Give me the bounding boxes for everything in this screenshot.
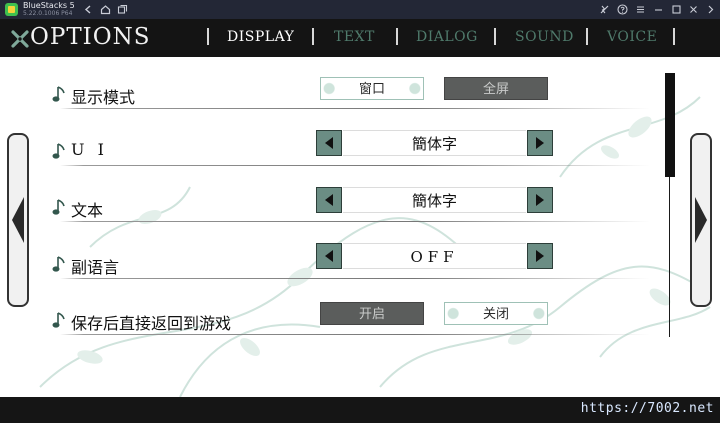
- triangle-right-icon: [536, 194, 544, 206]
- window-mode-button[interactable]: 窗口: [320, 77, 424, 100]
- display-mode-label: 显示模式: [71, 88, 136, 107]
- home-icon[interactable]: [99, 3, 112, 16]
- text-language-label: 文本: [71, 201, 104, 220]
- eco-mode-icon[interactable]: [598, 3, 611, 16]
- expand-icon[interactable]: [704, 3, 717, 16]
- music-note-icon: [52, 256, 65, 272]
- row-divider: [60, 278, 650, 279]
- music-note-icon: [52, 199, 65, 215]
- multi-instance-icon[interactable]: [116, 3, 129, 16]
- app-name: BlueStacks 5: [23, 1, 75, 10]
- tab-voice[interactable]: VOICE: [607, 29, 657, 45]
- ui-language-value: 簡体字: [343, 130, 526, 156]
- close-icon[interactable]: [687, 3, 700, 16]
- sub-language-next-button[interactable]: [527, 243, 553, 269]
- tab-separator: [207, 28, 209, 45]
- tab-display[interactable]: DISPLAY: [227, 29, 294, 45]
- music-note-icon: [52, 86, 65, 102]
- scrollbar-track[interactable]: [669, 177, 670, 337]
- options-title: OPTIONS: [30, 24, 151, 50]
- scrollbar-thumb[interactable]: [665, 73, 675, 177]
- minimize-icon[interactable]: [652, 3, 665, 16]
- tab-separator: [586, 28, 588, 45]
- triangle-left-icon: [325, 194, 333, 206]
- row-divider: [60, 108, 650, 109]
- row-divider: [60, 165, 650, 166]
- triangle-left-icon: [325, 250, 333, 262]
- arrow-right-icon: [695, 197, 707, 243]
- tab-dialog[interactable]: DIALOG: [416, 29, 478, 45]
- music-note-icon: [52, 312, 65, 328]
- previous-page-button[interactable]: [7, 133, 29, 307]
- app-version: 5.22.0.1006 P64: [23, 10, 73, 17]
- settings-panel: 显示模式 窗口 全屏 U I 簡体字 文本 簡体字 副语言 OFF 保存后直接返…: [0, 57, 720, 397]
- text-language-prev-button[interactable]: [316, 187, 342, 213]
- back-icon[interactable]: [82, 3, 95, 16]
- triangle-right-icon: [536, 250, 544, 262]
- sub-language-selector: OFF: [316, 243, 553, 269]
- emulator-titlebar: BlueStacks 5 5.22.0.1006 P64: [0, 0, 720, 19]
- ui-language-selector: 簡体字: [316, 130, 553, 156]
- sub-language-label: 副语言: [71, 258, 120, 277]
- arrow-left-icon: [12, 197, 24, 243]
- fullscreen-button[interactable]: 全屏: [444, 77, 548, 100]
- ui-language-prev-button[interactable]: [316, 130, 342, 156]
- text-language-next-button[interactable]: [527, 187, 553, 213]
- sub-language-prev-button[interactable]: [316, 243, 342, 269]
- row-divider: [60, 221, 650, 222]
- return-after-save-off-button[interactable]: 关闭: [444, 302, 548, 325]
- tab-text[interactable]: TEXT: [334, 29, 375, 45]
- watermark-text: https://7002.net: [580, 401, 714, 416]
- menu-icon[interactable]: [634, 3, 647, 16]
- return-after-save-label: 保存后直接返回到游戏: [71, 314, 232, 333]
- sub-language-value: OFF: [343, 243, 526, 269]
- restore-icon[interactable]: [670, 3, 683, 16]
- return-after-save-on-button[interactable]: 开启: [320, 302, 424, 325]
- triangle-left-icon: [325, 137, 333, 149]
- bluestacks-logo-icon: [5, 3, 18, 16]
- text-language-value: 簡体字: [343, 187, 526, 213]
- options-x-icon: [11, 30, 29, 48]
- tab-separator: [312, 28, 314, 45]
- ui-language-next-button[interactable]: [527, 130, 553, 156]
- text-language-selector: 簡体字: [316, 187, 553, 213]
- row-divider: [60, 334, 650, 335]
- game-footer-bar: https://7002.net: [0, 397, 720, 423]
- tab-separator: [673, 28, 675, 45]
- help-icon[interactable]: [616, 3, 629, 16]
- tab-sound[interactable]: SOUND: [515, 29, 574, 45]
- tab-separator: [494, 28, 496, 45]
- next-page-button[interactable]: [690, 133, 712, 307]
- triangle-right-icon: [536, 137, 544, 149]
- ui-language-label: U I: [71, 140, 108, 159]
- options-header: OPTIONS DISPLAY TEXT DIALOG SOUND VOICE: [0, 19, 720, 57]
- music-note-icon: [52, 143, 65, 159]
- tab-separator: [396, 28, 398, 45]
